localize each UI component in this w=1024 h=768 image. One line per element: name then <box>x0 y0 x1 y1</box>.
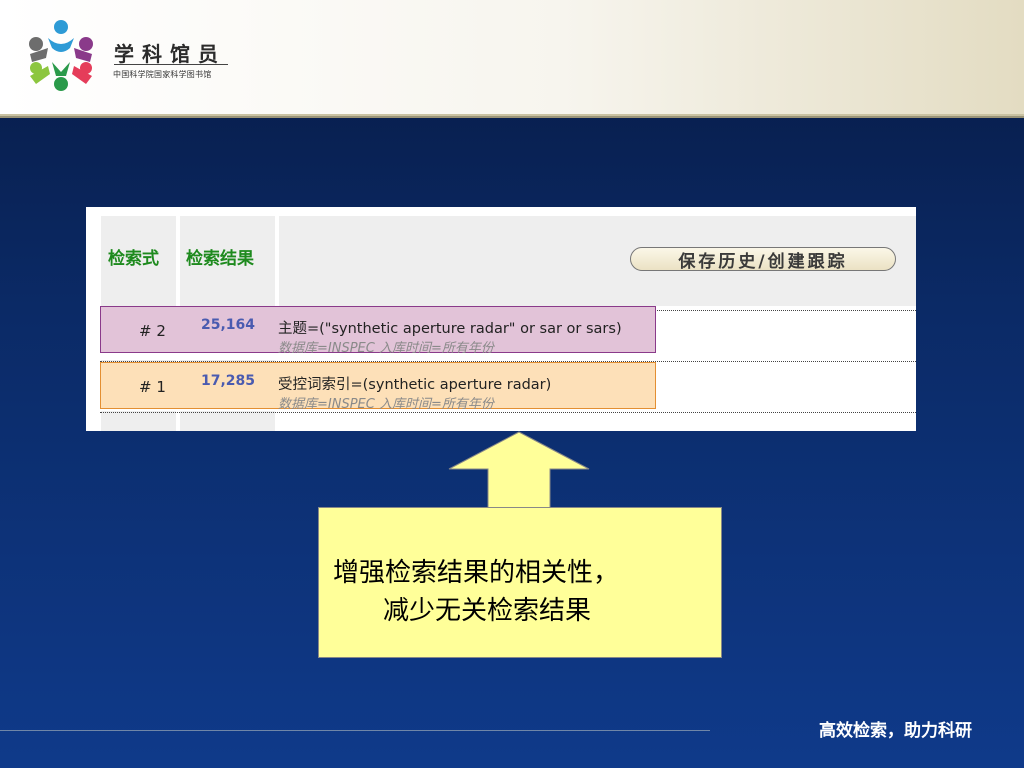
search-history-row[interactable]: # 2 25,164 主题=("synthetic aperture radar… <box>100 306 656 356</box>
query-number: # 2 <box>139 322 166 340</box>
save-history-button[interactable]: 保存历史/创建跟踪 <box>630 247 896 272</box>
results-column-header: 检索结果 <box>186 249 254 269</box>
brand-divider <box>114 64 228 65</box>
search-history-panel: 检索式 检索结果 保存历史/创建跟踪 # 2 25,164 主题=("synth… <box>86 207 916 431</box>
query-expression: 主题=("synthetic aperture radar" or sar or… <box>278 321 622 337</box>
callout-box: 增强检索结果的相关性， 减少无关检索结果 <box>318 507 722 658</box>
query-meta: 数据库=INSPEC 入库时间=所有年份 <box>278 341 494 356</box>
result-count-link[interactable]: 25,164 <box>201 317 255 333</box>
row-divider <box>100 412 916 413</box>
search-history-row[interactable]: # 1 17,285 受控词索引=(synthetic aperture rad… <box>100 362 656 412</box>
query-expression: 受控词索引=(synthetic aperture radar) <box>278 377 552 393</box>
query-column-header: 检索式 <box>108 249 159 269</box>
query-number: # 1 <box>139 378 166 396</box>
result-count-link[interactable]: 17,285 <box>201 373 255 389</box>
brand-title: 学科馆员 <box>114 42 226 66</box>
header-divider <box>0 114 1024 116</box>
brand-subtitle: 中国科学院国家科学图书馆 <box>113 70 212 79</box>
footer-slogan: 高效检索，助力科研 <box>819 721 972 741</box>
up-arrow-icon <box>448 431 590 513</box>
query-meta: 数据库=INSPEC 入库时间=所有年份 <box>278 397 494 412</box>
callout-line-2: 减少无关检索结果 <box>383 596 592 626</box>
logo-icon <box>29 20 93 91</box>
callout-line-1: 增强检索结果的相关性， <box>333 558 620 588</box>
header-bar: 学科馆员 中国科学院国家科学图书馆 <box>0 0 1024 118</box>
footer-divider <box>0 730 710 731</box>
